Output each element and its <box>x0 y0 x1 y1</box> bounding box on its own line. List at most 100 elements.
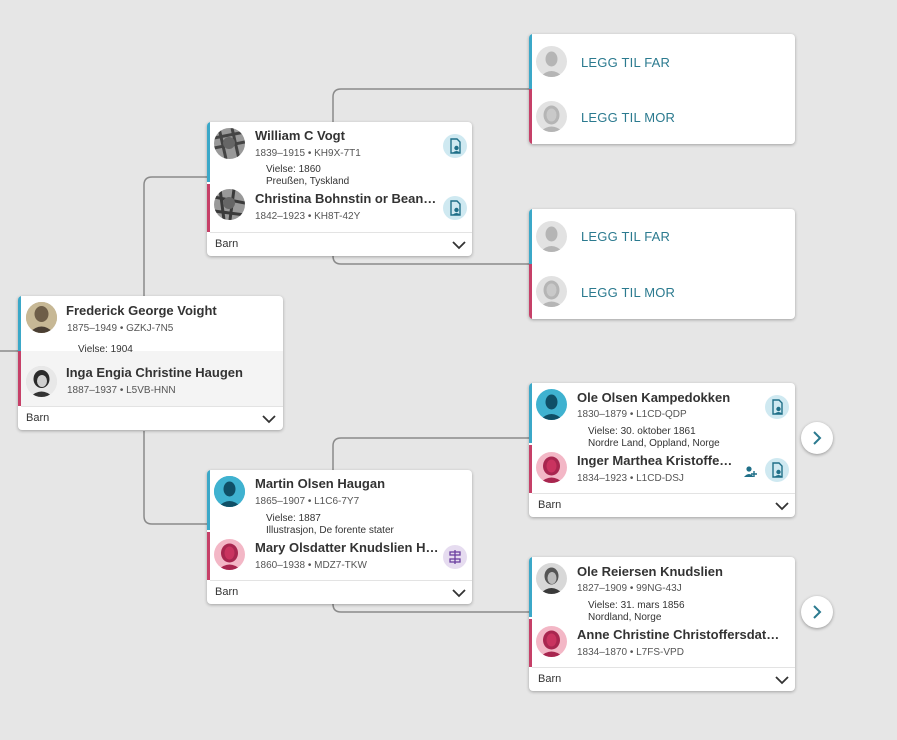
unknown-female-icon <box>536 101 567 132</box>
record-hint-button[interactable] <box>765 395 789 419</box>
add-mother-link[interactable]: LEGG TIL MOR <box>581 285 675 300</box>
record-hint-icon <box>772 399 783 415</box>
record-hint-button[interactable] <box>443 196 467 220</box>
female-avatar-icon[interactable] <box>536 452 567 483</box>
add-father-row[interactable]: LEGG TIL FAR <box>529 34 795 89</box>
children-toggle[interactable]: Barn <box>18 407 283 430</box>
expand-ancestors-button[interactable] <box>801 596 833 628</box>
lifespan-years: 1875–1949 • <box>67 323 124 334</box>
person-photo[interactable] <box>536 563 567 594</box>
person-lifespan: 1865–1907 • L1C6-7Y7 <box>255 496 359 507</box>
lifespan-years: 1827–1909 • <box>577 583 634 594</box>
connector-william-parents <box>332 88 530 122</box>
lifespan-years: 1842–1923 • <box>255 211 312 222</box>
lifespan-years: 1865–1907 • <box>255 496 312 507</box>
person-name[interactable]: Ole Reiersen Knudslien <box>577 564 777 579</box>
children-toggle[interactable]: Barn <box>529 494 795 517</box>
research-suggestion-button[interactable] <box>443 545 467 569</box>
person-name[interactable]: Anne Christine Christoffersdat… <box>577 627 787 642</box>
male-bar <box>18 296 21 351</box>
person-id: KH8T-42Y <box>314 211 361 222</box>
connector-martin-parents <box>332 437 530 470</box>
person-id: KH9X-7T1 <box>314 148 361 159</box>
person-lifespan: 1834–1870 • L7FS-VPD <box>577 647 684 658</box>
person-id: L1CD-DSJ <box>636 473 684 484</box>
person-photo[interactable] <box>214 128 245 159</box>
husband-row[interactable]: Frederick George Voight 1875–1949 • GZKJ… <box>18 296 283 351</box>
person-photo[interactable] <box>26 302 57 333</box>
wife-row[interactable]: Inger Marthea Kristoffe… 1834–1923 • L1C… <box>529 445 795 493</box>
male-avatar-icon[interactable] <box>214 476 245 507</box>
connector-mary-parents <box>332 603 530 613</box>
expand-ancestors-button[interactable] <box>801 422 833 454</box>
unknown-female-icon <box>536 276 567 307</box>
unknown-male-icon <box>536 221 567 252</box>
female-bar <box>529 445 532 493</box>
person-id: 99NG-43J <box>636 583 682 594</box>
person-lifespan: 1860–1938 • MDZ7-TKW <box>255 560 367 571</box>
person-name[interactable]: Mary Olsdatter Knudslien H… <box>255 540 443 555</box>
female-avatar-icon[interactable] <box>214 539 245 570</box>
children-toggle[interactable]: Barn <box>529 668 795 691</box>
add-mother-row[interactable]: LEGG TIL MOR <box>529 89 795 144</box>
lifespan-years: 1887–1937 • <box>67 385 124 396</box>
children-label: Barn <box>26 412 50 424</box>
lifespan-years: 1860–1938 • <box>255 560 312 571</box>
person-id: L7FS-VPD <box>636 647 684 658</box>
add-father-row[interactable]: LEGG TIL FAR <box>529 209 795 264</box>
record-hint-icon <box>450 200 461 216</box>
record-hint-button[interactable] <box>443 134 467 158</box>
mary-parents-card: Ole Reiersen Knudslien 1827–1909 • 99NG-… <box>529 557 795 691</box>
male-bar <box>529 383 532 443</box>
relationship-icon[interactable] <box>743 465 759 479</box>
children-label: Barn <box>215 586 239 598</box>
female-avatar-icon[interactable] <box>536 626 567 657</box>
children-toggle[interactable]: Barn <box>207 581 472 604</box>
chevron-right-icon <box>813 605 822 619</box>
person-lifespan: 1830–1879 • L1CD-QDP <box>577 409 687 420</box>
person-lifespan: 1875–1949 • GZKJ-7N5 <box>67 323 173 334</box>
female-bar <box>18 351 21 406</box>
lifespan-years: 1834–1923 • <box>577 473 634 484</box>
person-id: L5VB-HNN <box>126 385 176 396</box>
person-photo[interactable] <box>214 189 245 220</box>
person-id: L1CD-QDP <box>636 409 687 420</box>
person-id: MDZ7-TKW <box>314 560 367 571</box>
wife-row[interactable]: Mary Olsdatter Knudslien H… 1860–1938 • … <box>207 532 472 580</box>
person-name[interactable]: Ole Olsen Kampedokken <box>577 390 757 405</box>
person-name[interactable]: Inga Engia Christine Haugen <box>66 365 266 380</box>
person-name[interactable]: William C Vogt <box>255 128 435 143</box>
male-bar <box>207 122 210 182</box>
person-name[interactable]: Martin Olsen Haugan <box>255 476 455 491</box>
marriage-date: Vielse: 1860 <box>266 164 321 175</box>
wife-row[interactable]: Anne Christine Christoffersdat… 1834–187… <box>529 619 795 667</box>
person-lifespan: 1839–1915 • KH9X-7T1 <box>255 148 361 159</box>
add-mother-link[interactable]: LEGG TIL MOR <box>581 110 675 125</box>
person-name[interactable]: Frederick George Voight <box>66 303 266 318</box>
male-bar <box>529 34 532 89</box>
chevron-down-icon <box>775 502 789 511</box>
add-father-link[interactable]: LEGG TIL FAR <box>581 55 670 70</box>
female-bar <box>207 532 210 580</box>
record-hint-icon <box>772 462 783 478</box>
record-hint-button[interactable] <box>765 458 789 482</box>
male-bar <box>207 470 210 530</box>
chevron-down-icon <box>262 415 276 424</box>
male-avatar-icon[interactable] <box>536 389 567 420</box>
male-bar <box>529 557 532 617</box>
wife-row[interactable]: Vielse: 1904 Inga Engia Christine Haugen… <box>18 344 283 406</box>
person-lifespan: 1842–1923 • KH8T-42Y <box>255 211 360 222</box>
martin-parents-card: Ole Olsen Kampedokken 1830–1879 • L1CD-Q… <box>529 383 795 517</box>
add-father-link[interactable]: LEGG TIL FAR <box>581 229 670 244</box>
female-bar <box>529 619 532 667</box>
person-name[interactable]: Inger Marthea Kristoffe… <box>577 453 742 468</box>
add-mother-row[interactable]: LEGG TIL MOR <box>529 264 795 319</box>
chevron-right-icon <box>813 431 822 445</box>
person-id: L1C6-7Y7 <box>314 496 360 507</box>
person-name[interactable]: Christina Bohnstin or Bean… <box>255 191 443 206</box>
wife-row[interactable]: Christina Bohnstin or Bean… 1842–1923 • … <box>207 184 472 232</box>
children-toggle[interactable]: Barn <box>207 233 472 256</box>
mother-couple-card: Martin Olsen Haugan 1865–1907 • L1C6-7Y7… <box>207 470 472 604</box>
person-photo[interactable] <box>26 366 57 397</box>
children-label: Barn <box>215 238 239 250</box>
